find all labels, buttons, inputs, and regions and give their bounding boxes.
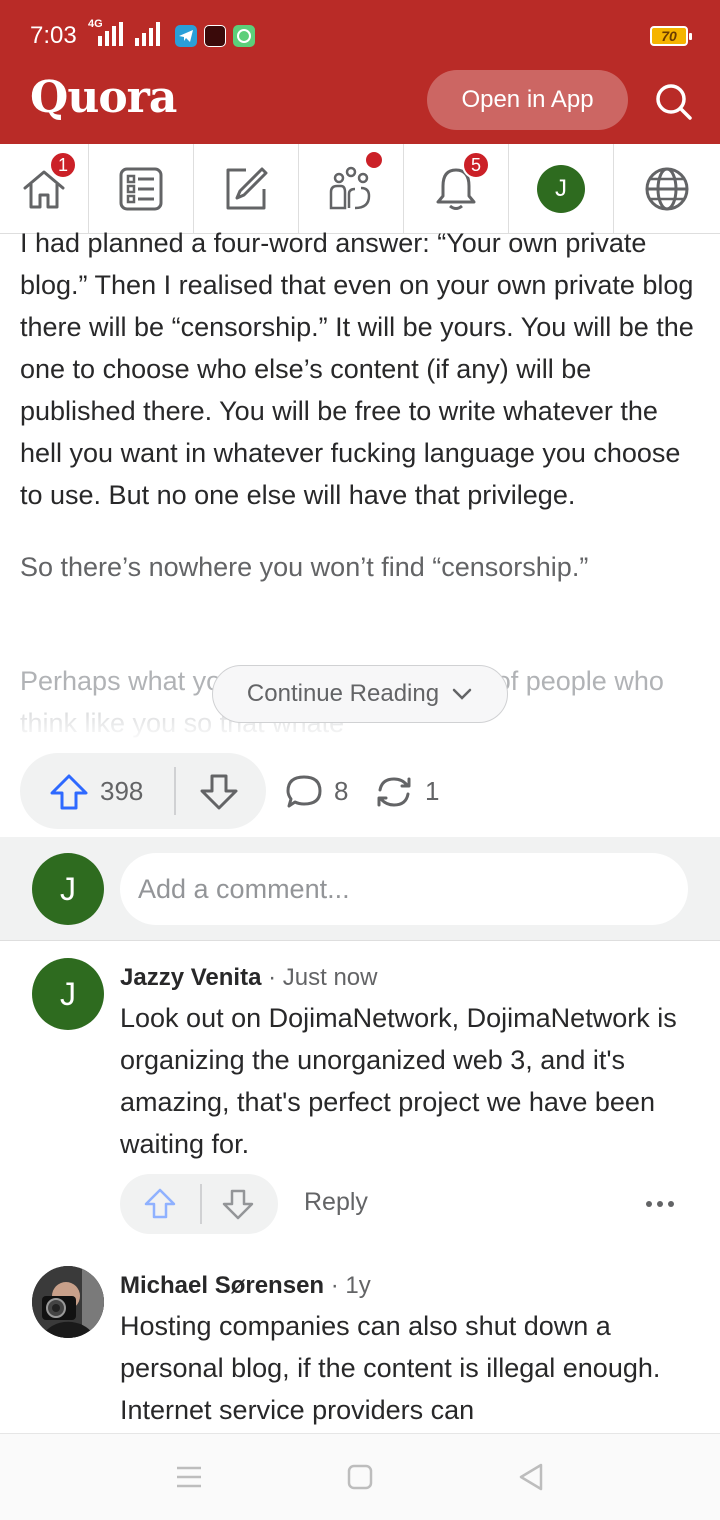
status-time: 7:03 — [30, 22, 77, 49]
telegram-icon — [175, 25, 197, 47]
upvote-button[interactable] — [48, 773, 90, 816]
comment-icon — [286, 775, 322, 808]
upvote-icon — [50, 774, 88, 810]
news-app-icon — [204, 25, 226, 47]
answer-body: I had planned a four-word answer: “Your … — [20, 222, 700, 618]
add-comment-bar: J — [0, 837, 720, 941]
status-bar: 7:03 4G 70 — [0, 0, 720, 70]
spaces-icon — [329, 166, 371, 210]
share-count: 1 — [425, 776, 440, 806]
comment-input[interactable] — [120, 853, 688, 925]
comment-text: Look out on DojimaNetwork, DojimaNetwork… — [120, 1003, 677, 1159]
upvote-icon[interactable] — [142, 1187, 178, 1221]
battery-level: 70 — [661, 28, 677, 44]
quora-logo[interactable]: Quora — [30, 72, 177, 123]
battery-indicator: 70 — [650, 26, 692, 46]
comment-author-line: Jazzy Venita · Just now — [120, 964, 377, 992]
comment-vote-bar — [120, 1174, 278, 1234]
comment-author[interactable]: Jazzy Venita — [120, 964, 261, 991]
comment-author[interactable]: Michael Sørensen — [120, 1272, 324, 1299]
nav-write[interactable] — [194, 144, 299, 234]
upvote-count: 398 — [100, 776, 144, 806]
comment-count: 8 — [334, 776, 349, 806]
divider — [174, 767, 176, 815]
comment-text: Hosting companies can also shut down a p… — [120, 1311, 661, 1425]
nav-following[interactable] — [89, 144, 194, 234]
globe-icon — [645, 167, 689, 211]
more-options-icon[interactable] — [646, 1192, 680, 1216]
open-in-app-button[interactable]: Open in App — [427, 70, 628, 130]
user-photo — [32, 1266, 104, 1338]
share-button[interactable] — [372, 773, 416, 816]
answer-paragraph: I had planned a four-word answer: “Your … — [20, 228, 694, 510]
app-header: 7:03 4G 70 Quora Open in App — [0, 0, 720, 144]
reshare-icon — [377, 777, 411, 807]
following-icon — [119, 167, 163, 211]
system-nav-bar — [0, 1433, 720, 1520]
home-badge: 1 — [49, 151, 77, 179]
comment-button[interactable] — [285, 773, 323, 816]
nav-spaces[interactable] — [299, 144, 404, 234]
home-button-icon[interactable] — [347, 1464, 373, 1490]
nav-home[interactable]: 1 — [0, 144, 89, 234]
back-icon[interactable] — [517, 1462, 545, 1492]
nav-notifications[interactable]: 5 — [404, 144, 509, 234]
nav-language[interactable] — [614, 144, 720, 234]
downvote-icon[interactable] — [220, 1187, 256, 1221]
avatar[interactable]: J — [32, 958, 104, 1030]
main-nav: 1 5 J — [0, 144, 720, 234]
comment-time: · 1y — [330, 1272, 371, 1299]
comment-author-line: Michael Sørensen · 1y — [120, 1272, 371, 1300]
menu-icon[interactable] — [176, 1464, 202, 1490]
reply-button[interactable]: Reply — [304, 1188, 368, 1217]
signal-icon-2 — [135, 22, 160, 46]
chevron-down-icon — [452, 688, 472, 700]
avatar: J — [32, 853, 104, 925]
search-icon[interactable] — [652, 80, 696, 124]
profile-avatar: J — [537, 165, 585, 213]
signal-icon — [98, 22, 123, 46]
vote-bar: 398 — [20, 753, 266, 829]
answer-paragraph: So there’s nowhere you won’t find “censo… — [20, 552, 589, 582]
messaging-icon — [233, 25, 255, 47]
comment-time: · Just now — [268, 964, 378, 991]
write-icon — [226, 167, 268, 210]
spaces-dot — [366, 152, 382, 168]
continue-reading-label: Continue Reading — [246, 680, 440, 707]
avatar[interactable] — [32, 1266, 104, 1338]
notifications-badge: 5 — [462, 151, 490, 179]
divider — [200, 1184, 202, 1224]
downvote-button[interactable] — [198, 773, 240, 816]
continue-reading-button[interactable]: Continue Reading — [212, 665, 508, 723]
downvote-icon — [200, 774, 238, 810]
nav-profile[interactable]: J — [509, 144, 614, 234]
